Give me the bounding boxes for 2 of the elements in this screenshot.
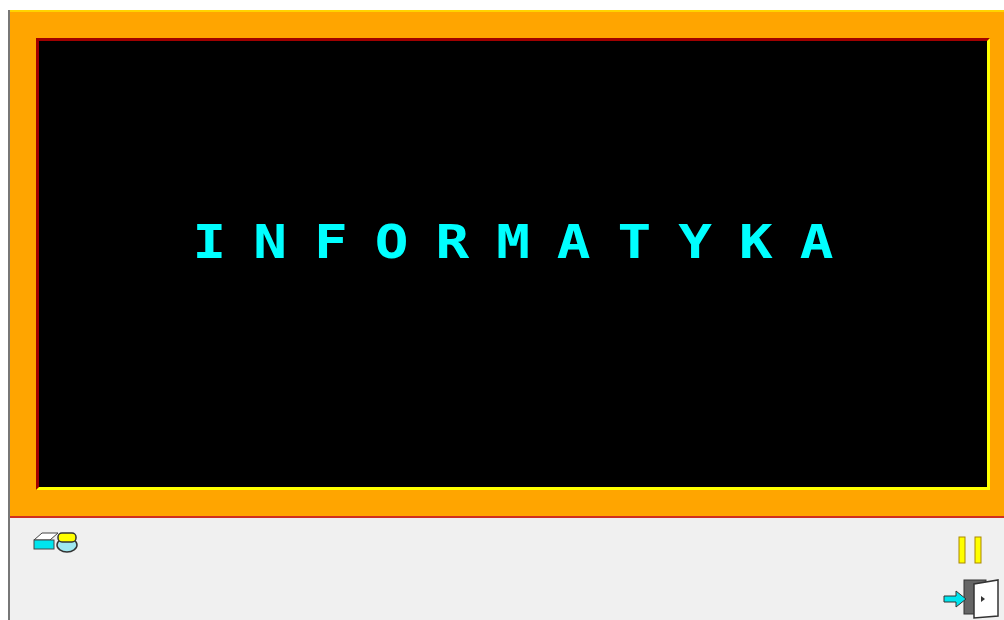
screen-title: INFORMATYKA — [192, 219, 861, 265]
exit-door-icon[interactable] — [942, 578, 1000, 620]
